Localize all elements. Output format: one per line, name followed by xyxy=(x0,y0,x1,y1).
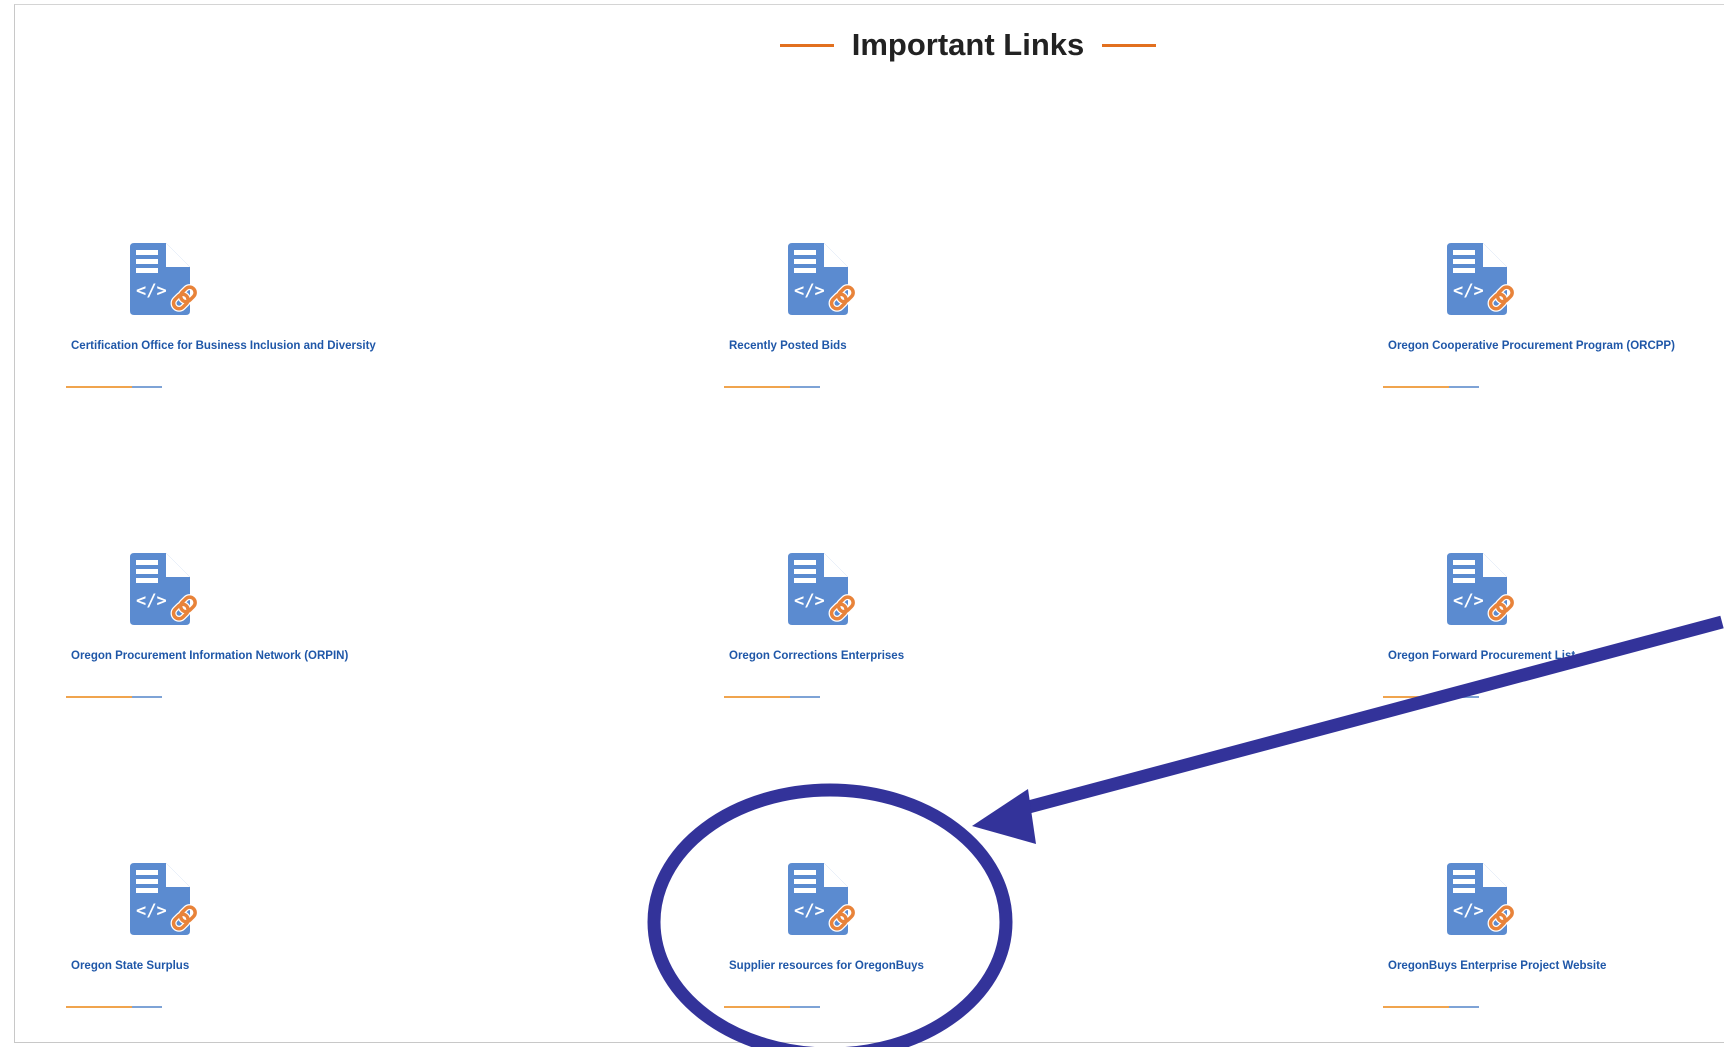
link-underline xyxy=(724,386,820,388)
svg-text:</>: </> xyxy=(136,281,167,301)
svg-text:</>: </> xyxy=(1453,281,1484,301)
document-code-link-icon[interactable]: </> xyxy=(126,861,204,939)
document-code-link-icon[interactable]: </> xyxy=(1443,241,1521,319)
link-card-state-surplus[interactable]: </> Oregon State Surplus xyxy=(66,861,526,1031)
section-header: Important Links xyxy=(0,25,1724,65)
link-label[interactable]: Oregon Corrections Enterprises xyxy=(729,650,904,662)
link-underline xyxy=(66,1006,162,1008)
svg-text:</>: </> xyxy=(1453,591,1484,611)
link-card-forward-procurement-list[interactable]: </> Oregon Forward Procurement List xyxy=(1383,551,1724,721)
link-card-orpin[interactable]: </> Oregon Procurement Information Netwo… xyxy=(66,551,526,721)
document-code-link-icon[interactable]: </> xyxy=(784,551,862,629)
page-title: Important Links xyxy=(851,27,1085,62)
document-code-link-icon[interactable]: </> xyxy=(126,241,204,319)
link-label[interactable]: OregonBuys Enterprise Project Website xyxy=(1388,960,1606,972)
svg-text:</>: </> xyxy=(1453,901,1484,921)
document-code-link-icon[interactable]: </> xyxy=(1443,861,1521,939)
link-card-supplier-resources-oregonbuys[interactable]: </> Supplier resources for OregonBuys xyxy=(724,861,1184,1031)
svg-text:</>: </> xyxy=(794,591,825,611)
svg-text:</>: </> xyxy=(794,901,825,921)
link-label[interactable]: Oregon Forward Procurement List xyxy=(1388,650,1575,662)
link-underline xyxy=(724,696,820,698)
svg-text:</>: </> xyxy=(136,591,167,611)
link-label[interactable]: Certification Office for Business Inclus… xyxy=(71,340,376,352)
title-left-rule xyxy=(779,43,834,47)
link-card-oregonbuys-project-website[interactable]: </> OregonBuys Enterprise Project Websit… xyxy=(1383,861,1724,1031)
document-code-link-icon[interactable]: </> xyxy=(784,241,862,319)
document-code-link-icon[interactable]: </> xyxy=(126,551,204,629)
link-underline xyxy=(724,1006,820,1008)
link-label[interactable]: Supplier resources for OregonBuys xyxy=(729,960,924,972)
link-label[interactable]: Recently Posted Bids xyxy=(729,340,847,352)
link-label[interactable]: Oregon Cooperative Procurement Program (… xyxy=(1388,340,1675,352)
link-underline xyxy=(1383,386,1479,388)
document-code-link-icon[interactable]: </> xyxy=(784,861,862,939)
svg-text:</>: </> xyxy=(136,901,167,921)
link-label[interactable]: Oregon Procurement Information Network (… xyxy=(71,650,348,662)
svg-text:</>: </> xyxy=(794,281,825,301)
link-card-orcpp[interactable]: </> Oregon Cooperative Procurement Progr… xyxy=(1383,241,1724,411)
title-right-rule xyxy=(1102,43,1157,47)
link-underline xyxy=(1383,696,1479,698)
document-code-link-icon[interactable]: </> xyxy=(1443,551,1521,629)
link-underline xyxy=(66,696,162,698)
link-card-cobid[interactable]: </> Certification Office for Business In… xyxy=(66,241,526,411)
link-underline xyxy=(1383,1006,1479,1008)
link-label[interactable]: Oregon State Surplus xyxy=(71,960,189,972)
link-card-recently-posted-bids[interactable]: </> Recently Posted Bids xyxy=(724,241,1184,411)
link-card-corrections-enterprises[interactable]: </> Oregon Corrections Enterprises xyxy=(724,551,1184,721)
link-underline xyxy=(66,386,162,388)
